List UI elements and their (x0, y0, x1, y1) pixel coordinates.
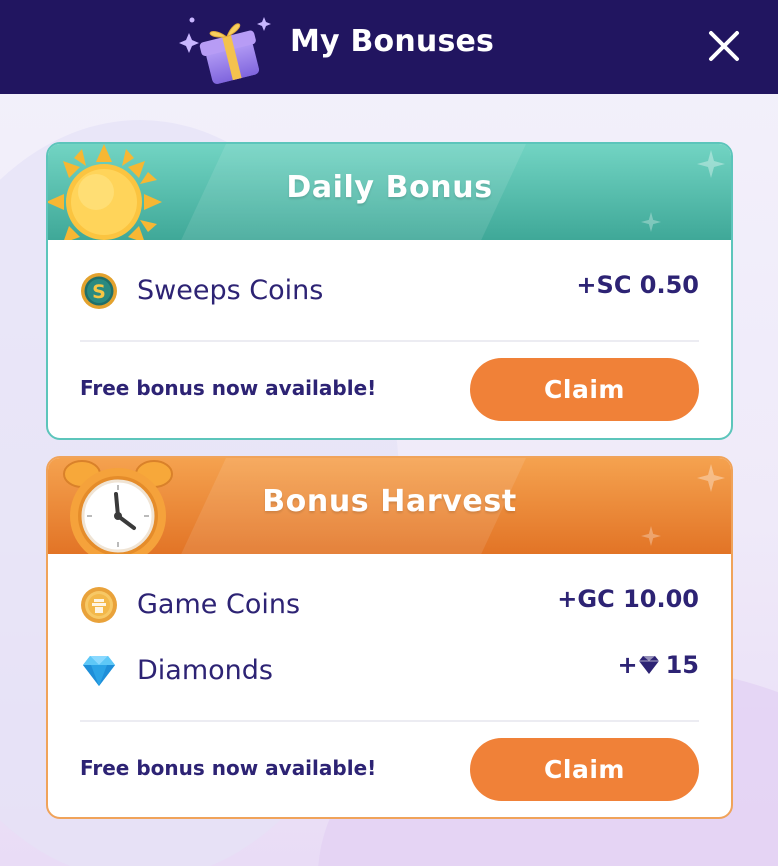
amount-prefix: + (617, 651, 638, 679)
daily-bonus-title: Daily Bonus (286, 170, 493, 205)
modal-header: My Bonuses (0, 0, 778, 94)
sparkle-icon (641, 526, 661, 546)
divider (80, 720, 699, 722)
bonus-harvest-title: Bonus Harvest (262, 484, 517, 519)
reward-label: Diamonds (137, 655, 273, 686)
modal-title: My Bonuses (290, 24, 495, 59)
status-text: Free bonus now available! (80, 756, 377, 780)
daily-bonus-card: Daily Bonus S Sweeps Coins +SC 0.50 Free… (46, 142, 733, 440)
sparkle-icon (641, 212, 661, 232)
reward-amount: + 15 (617, 651, 699, 679)
reward-amount: +SC 0.50 (576, 271, 699, 299)
close-icon[interactable] (704, 26, 744, 66)
daily-bonus-claim-button[interactable]: Claim (470, 358, 699, 421)
game-coin-icon (81, 587, 117, 623)
reward-row-diamonds: Diamonds + 15 (80, 648, 699, 692)
divider (80, 340, 699, 342)
daily-bonus-banner: Daily Bonus (48, 144, 731, 240)
bonuses-modal: My Bonuses Daily Bonus S Sweeps Coins +S… (0, 0, 778, 866)
bonus-harvest-claim-button[interactable]: Claim (470, 738, 699, 801)
amount-value: 15 (665, 651, 699, 679)
diamond-icon (638, 656, 659, 674)
diamond-icon (83, 656, 115, 686)
gift-box-icon (179, 17, 271, 84)
bonus-harvest-card: Bonus Harvest Game Coins +GC 10.00 Diamo… (46, 456, 733, 819)
reward-row-game-coins: Game Coins +GC 10.00 (80, 582, 699, 626)
reward-row-sweeps-coins: S Sweeps Coins +SC 0.50 (80, 268, 699, 312)
reward-amount: +GC 10.00 (557, 585, 699, 613)
reward-label: Game Coins (137, 589, 301, 620)
status-text: Free bonus now available! (80, 376, 377, 400)
svg-text:S: S (92, 281, 106, 303)
sweeps-coin-icon: S (81, 273, 117, 309)
bonus-harvest-banner: Bonus Harvest (48, 458, 731, 554)
reward-label: Sweeps Coins (137, 275, 324, 306)
